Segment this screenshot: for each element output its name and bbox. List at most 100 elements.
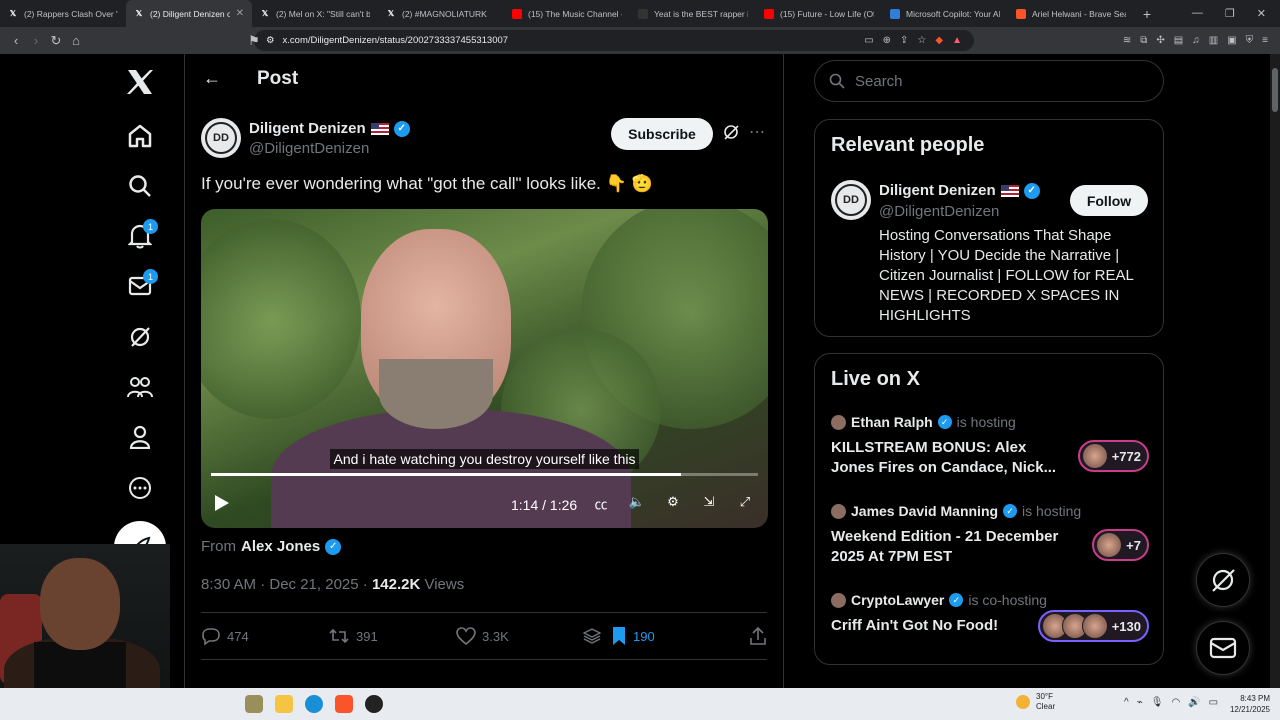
search-input[interactable]: Search: [814, 60, 1164, 102]
author-handle[interactable]: @DiligentDenizen: [249, 140, 369, 157]
repost-button[interactable]: 391: [328, 627, 456, 645]
post-timestamp[interactable]: 8:30 AM · Dec 21, 2025 ·: [201, 576, 372, 593]
battery-icon[interactable]: ▭: [1209, 697, 1218, 708]
url-field[interactable]: ⚙ x.com/DiligentDenizen/status/200273333…: [254, 30, 974, 51]
grok-explain-icon[interactable]: [723, 124, 739, 145]
grok-icon[interactable]: [115, 312, 165, 362]
obs-icon[interactable]: [365, 695, 383, 713]
taskbar-app-icon[interactable]: [245, 695, 263, 713]
person-avatar[interactable]: DD: [831, 180, 871, 220]
picture-in-picture-icon[interactable]: ⇲: [699, 494, 719, 514]
settings-icon[interactable]: ⚙: [663, 494, 683, 514]
reload-icon[interactable]: ↻: [46, 33, 66, 49]
extension-icon[interactable]: ⧉: [1140, 35, 1147, 46]
forward-icon[interactable]: ›: [26, 33, 46, 48]
system-clock[interactable]: 8:43 PM 12/21/2025: [1222, 693, 1270, 715]
verified-badge-icon: ✓: [937, 415, 952, 429]
messages-fab-button[interactable]: [1196, 621, 1250, 675]
minimize-icon[interactable]: —: [1192, 7, 1203, 20]
browser-tab-active[interactable]: 𝕏 (2) Diligent Denizen on ✕: [126, 0, 252, 27]
author-name[interactable]: Diligent Denizen: [249, 120, 366, 137]
browser-tab[interactable]: Ariel Helwani - Brave Sear: [1008, 0, 1134, 27]
author-name-row[interactable]: Diligent Denizen ✓: [249, 120, 410, 137]
edge-icon[interactable]: [305, 695, 323, 713]
volume-icon[interactable]: 🔊: [1188, 697, 1200, 708]
vpn-icon[interactable]: ⛨: [1246, 35, 1254, 46]
source-name-link[interactable]: Alex Jones: [241, 538, 320, 555]
puzzle-icon[interactable]: ✣: [1156, 35, 1164, 46]
messages-icon[interactable]: 1: [115, 261, 165, 311]
wallet-icon[interactable]: ▣: [1227, 35, 1236, 46]
communities-icon[interactable]: [115, 362, 165, 412]
home-icon[interactable]: ⌂: [66, 33, 86, 48]
chevron-up-icon[interactable]: ^: [1124, 697, 1129, 708]
live-space-item[interactable]: James David Manning ✓ is hosting Weekend E…: [831, 503, 1149, 567]
search-icon: [829, 73, 845, 89]
zoom-icon[interactable]: ⊕: [883, 35, 891, 46]
subscribe-button[interactable]: Subscribe: [611, 118, 713, 150]
browser-tab[interactable]: (15) Future - Low Life (Offi: [756, 0, 882, 27]
volume-icon[interactable]: 🔈: [627, 494, 647, 514]
youtube-icon: [512, 8, 522, 19]
follow-button[interactable]: Follow: [1070, 185, 1148, 216]
grok-analyze-button[interactable]: [583, 627, 611, 645]
brave-rewards-icon[interactable]: ▲: [952, 35, 962, 46]
microphone-icon[interactable]: 🎙: [1151, 697, 1164, 708]
share-icon[interactable]: ⇪: [900, 35, 908, 46]
grok-fab-button[interactable]: [1196, 553, 1250, 607]
wifi-icon[interactable]: ◠: [1171, 697, 1180, 708]
captions-icon[interactable]: ㏄: [591, 494, 611, 514]
person-handle[interactable]: @DiligentDenizen: [879, 203, 999, 220]
network-icon[interactable]: ⌁: [1137, 697, 1143, 708]
split-view-icon[interactable]: ▥: [1209, 35, 1218, 46]
brave-shield-icon[interactable]: ◆: [935, 35, 943, 46]
file-explorer-icon[interactable]: [275, 695, 293, 713]
sidebar-icon[interactable]: ▤: [1174, 35, 1183, 46]
back-arrow-icon[interactable]: ←: [203, 68, 221, 89]
x-logo-icon[interactable]: [115, 57, 165, 107]
home-icon[interactable]: [115, 111, 165, 161]
browser-tab[interactable]: 𝕏 (2) Rappers Clash Over "F: [0, 0, 126, 27]
maximize-icon[interactable]: ❐: [1225, 7, 1235, 20]
search-icon[interactable]: [115, 161, 165, 211]
video-player[interactable]: And i hate watching you destroy yourself…: [201, 209, 768, 528]
browser-tab[interactable]: 𝕏 (2) Mel on X: "Still can't be: [252, 0, 378, 27]
author-avatar[interactable]: DD: [201, 118, 241, 158]
live-space-item[interactable]: Ethan Ralph ✓ is hosting KILLSTREAM BONUS:…: [831, 414, 1149, 478]
cast-icon[interactable]: ▭: [864, 35, 873, 46]
menu-icon[interactable]: ≡: [1262, 35, 1268, 46]
fullscreen-icon[interactable]: ⤢: [735, 494, 755, 514]
close-tab-icon[interactable]: ✕: [236, 8, 244, 19]
grok-icon: [1212, 569, 1235, 592]
person-name-row[interactable]: Diligent Denizen ✓: [879, 182, 1040, 199]
music-icon[interactable]: ♫: [1192, 35, 1200, 46]
weather-widget[interactable]: 30°F Clear: [1016, 692, 1055, 712]
browser-tab[interactable]: Yeat is the BEST rapper in: [630, 0, 756, 27]
brave-icon[interactable]: [335, 695, 353, 713]
site-info-icon[interactable]: ⚙: [266, 35, 275, 46]
person-name[interactable]: Diligent Denizen: [879, 182, 996, 199]
new-tab-button[interactable]: +: [1134, 6, 1160, 22]
bookmark-page-icon[interactable]: ⚑: [244, 33, 264, 49]
browser-tab[interactable]: 𝕏 (2) #MAGNOLIATURK: [378, 0, 504, 27]
share-button[interactable]: [749, 626, 767, 646]
notifications-icon[interactable]: 1: [115, 211, 165, 261]
live-space-item[interactable]: CryptoLawyer ✓ is co-hosting Criff Ain't G…: [831, 592, 1149, 642]
back-icon[interactable]: ‹: [6, 33, 26, 48]
like-button[interactable]: 3.3K: [456, 627, 583, 645]
page-scrollbar[interactable]: [1270, 54, 1280, 688]
bookmark-button[interactable]: 190: [611, 626, 741, 646]
more-options-icon[interactable]: ⋯: [749, 122, 765, 142]
profile-icon[interactable]: [115, 412, 165, 462]
play-icon[interactable]: [215, 495, 229, 511]
more-options-icon[interactable]: [115, 463, 165, 513]
close-window-icon[interactable]: ✕: [1257, 7, 1266, 20]
x-icon: 𝕏: [9, 9, 17, 18]
reply-button[interactable]: 474: [201, 627, 328, 645]
scrollbar-thumb[interactable]: [1272, 68, 1278, 112]
layers-icon[interactable]: ≋: [1123, 35, 1131, 46]
browser-tab[interactable]: Microsoft Copilot: Your AI: [882, 0, 1008, 27]
browser-tab[interactable]: (15) The Music Channel - Y: [504, 0, 630, 27]
video-progress-bar[interactable]: [211, 473, 758, 476]
bookmark-star-icon[interactable]: ☆: [917, 35, 926, 46]
